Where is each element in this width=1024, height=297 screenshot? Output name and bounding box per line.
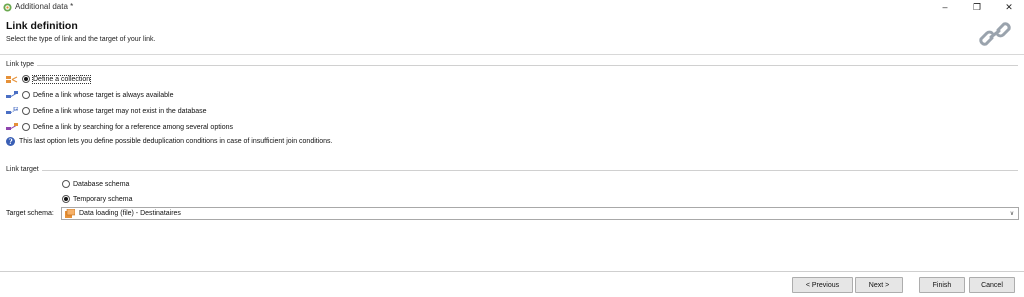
page-subtitle: Select the type of link and the target o… xyxy=(6,36,156,43)
link-type-option-search-reference[interactable]: Define a link by searching for a referen… xyxy=(6,121,233,133)
link-type-option-always-available[interactable]: Define a link whose target is always ava… xyxy=(6,89,173,101)
footer-separator xyxy=(0,271,1024,272)
radio-database-schema[interactable] xyxy=(62,180,70,188)
cancel-button[interactable]: Cancel xyxy=(969,277,1015,293)
link-type-option-may-not-exist[interactable]: Define a link whose target may not exist… xyxy=(6,105,207,117)
link-type-option-collection[interactable]: Define a collection xyxy=(6,73,92,85)
data-loading-icon xyxy=(65,209,75,218)
chain-link-icon xyxy=(979,22,1011,46)
radio-search-reference[interactable] xyxy=(22,123,30,131)
simple-link-icon xyxy=(6,90,18,98)
info-icon: ? xyxy=(6,137,15,146)
close-button[interactable]: ✕ xyxy=(994,0,1024,14)
option-label-may-not-exist: Define a link whose target may not exist… xyxy=(33,107,207,115)
link-target-group-label: Link target xyxy=(6,166,42,173)
target-schema-label: Target schema: xyxy=(6,210,54,217)
radio-always-available[interactable] xyxy=(22,91,30,99)
app-icon xyxy=(3,3,12,12)
info-row: ? This last option lets you define possi… xyxy=(6,137,333,146)
search-link-icon xyxy=(6,122,18,130)
radio-may-not-exist[interactable] xyxy=(22,107,30,115)
option-label-search-reference: Define a link by searching for a referen… xyxy=(33,123,233,131)
window-title: Additional data * xyxy=(15,2,74,11)
option-label-temporary-schema: Temporary schema xyxy=(73,195,133,203)
option-label-database-schema: Database schema xyxy=(73,180,130,188)
chevron-down-icon[interactable]: ∨ xyxy=(1006,208,1018,219)
radio-temporary-schema[interactable] xyxy=(62,195,70,203)
target-schema-value: Data loading (file) - Destinataires xyxy=(79,210,181,217)
target-schema-select[interactable]: Data loading (file) - Destinataires ∨ xyxy=(61,207,1019,220)
optional-link-icon xyxy=(6,106,18,114)
previous-button[interactable]: < Previous xyxy=(792,277,853,293)
minimize-button[interactable]: – xyxy=(930,0,960,14)
link-target-option-database[interactable]: Database schema xyxy=(62,178,129,190)
maximize-button[interactable]: ❐ xyxy=(962,0,992,14)
link-target-option-temporary[interactable]: Temporary schema xyxy=(62,193,133,205)
link-type-group-label: Link type xyxy=(6,61,38,68)
finish-button[interactable]: Finish xyxy=(919,277,965,293)
collection-link-icon xyxy=(6,75,18,83)
wizard-header: Link definition Select the type of link … xyxy=(0,14,1024,54)
link-target-group-line xyxy=(6,170,1018,171)
radio-collection[interactable] xyxy=(22,75,30,83)
header-separator xyxy=(0,54,1024,55)
window-titlebar: Additional data * – ❐ ✕ xyxy=(0,0,1024,14)
next-button[interactable]: Next > xyxy=(855,277,903,293)
link-type-group-line xyxy=(6,65,1018,66)
page-title: Link definition xyxy=(6,20,78,32)
info-text: This last option lets you define possibl… xyxy=(19,138,333,145)
option-label-collection: Define a collection xyxy=(31,74,92,84)
option-label-always-available: Define a link whose target is always ava… xyxy=(33,91,174,99)
